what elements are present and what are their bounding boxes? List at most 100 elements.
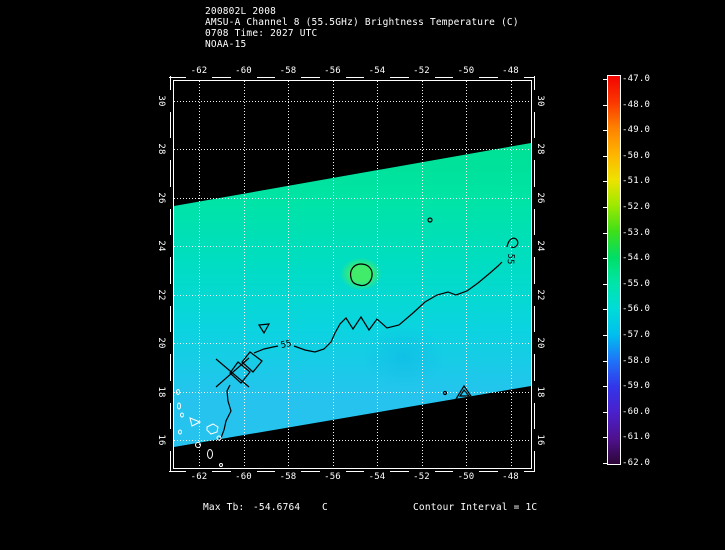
axis-tick-segment-top <box>301 77 320 78</box>
axis-tick-segment-left <box>170 76 171 90</box>
colorbar-tick-label: -49.0 <box>622 125 651 136</box>
colorbar <box>607 75 621 465</box>
colorbar-tick-label: -62.0 <box>622 458 651 468</box>
lon-tick-label-top: -60 <box>235 66 252 76</box>
axis-tick-segment-left <box>170 354 171 381</box>
axis-tick-segment-bottom <box>345 471 364 472</box>
axis-tick-segment-right <box>534 305 535 333</box>
axis-tick-segment-bottom <box>523 471 535 472</box>
colorbar-tick <box>603 309 607 311</box>
colorbar-tick <box>603 386 607 388</box>
axis-tick-segment-left <box>170 208 171 236</box>
colorbar-tick <box>603 283 607 285</box>
screenshot-root: 200802L 2008 AMSU-A Channel 8 (55.5GHz) … <box>0 0 725 550</box>
colorbar-tick-label: -59.0 <box>622 381 651 392</box>
lat-tick-label-left: 24 <box>156 240 166 252</box>
island-outline <box>219 463 223 467</box>
axis-tick-segment-top <box>434 77 453 78</box>
max-tb-label: Max Tb: <box>203 502 245 513</box>
colorbar-tick <box>603 335 607 336</box>
lat-tick-label-right: 20 <box>535 337 545 349</box>
lat-tick-label-right: 28 <box>535 143 545 156</box>
axis-tick-segment-right <box>534 354 535 381</box>
lon-tick-label-bottom: -50 <box>457 472 475 482</box>
axis-tick-segment-right <box>534 257 535 284</box>
title-time-line: 0708 Time: 2027 UTC <box>205 28 318 39</box>
lat-tick-label-left: 16 <box>156 434 166 446</box>
colorbar-tick <box>603 437 607 439</box>
axis-tick-segment-top <box>345 77 364 78</box>
lon-tick-label-bottom: -52 <box>413 472 430 482</box>
max-tb-unit: C <box>322 502 328 513</box>
colorbar-tick-label: -52.0 <box>622 202 651 212</box>
island-outline <box>176 389 180 395</box>
island-outline <box>189 417 202 427</box>
lat-tick-label-left: 30 <box>156 95 166 107</box>
axis-tick-segment-bottom <box>212 471 231 472</box>
axis-tick-segment-bottom <box>301 471 320 472</box>
lat-tick-label-left: 26 <box>156 192 166 204</box>
island-outline <box>195 442 201 448</box>
lon-tick-label-bottom: -54 <box>368 472 386 482</box>
colorbar-tick-label: -54.0 <box>622 253 651 264</box>
colorbar-tick-label: -53.0 <box>622 227 651 238</box>
colorbar-tick <box>603 411 607 413</box>
colorbar-tick-label: -56.0 <box>622 304 651 315</box>
axis-tick-segment-bottom <box>479 471 498 472</box>
lon-tick-label-bottom: -48 <box>502 472 519 482</box>
axis-tick-segment-left <box>170 257 171 284</box>
colorbar-tick <box>603 360 607 362</box>
lat-tick-label-right: 24 <box>535 240 545 252</box>
colorbar-tick-label: -58.0 <box>622 355 651 366</box>
lat-tick-label-right: 30 <box>535 95 545 107</box>
title-satellite-line: NOAA-15 <box>205 39 247 50</box>
colorbar-tick <box>603 181 607 183</box>
island-outlines <box>176 389 223 467</box>
colorbar-tick <box>603 232 607 234</box>
title-id-line: 200802L 2008 <box>205 6 277 17</box>
colorbar-tick-label: -60.0 <box>622 406 651 417</box>
axis-tick-segment-top <box>390 77 409 78</box>
lon-tick-label-bottom: -60 <box>235 472 252 482</box>
axis-tick-segment-left <box>170 112 171 139</box>
axis-tick-segment-left <box>170 160 171 187</box>
axis-tick-segment-right <box>534 112 535 139</box>
island-outline <box>177 402 181 410</box>
lon-tick-label-top: -54 <box>368 66 386 76</box>
island-outline <box>180 412 184 418</box>
axis-tick-segment-right <box>534 160 535 187</box>
colorbar-tick-label: -47.0 <box>622 74 651 84</box>
axis-tick-segment-top <box>212 77 231 78</box>
island-outline <box>206 423 219 435</box>
lon-tick-label-bottom: -56 <box>324 472 341 482</box>
axis-tick-segment-right <box>534 208 535 236</box>
lat-tick-label-right: 16 <box>535 434 545 446</box>
colorbar-tick <box>603 130 607 132</box>
axis-tick-segment-top <box>256 77 275 78</box>
lon-tick-label-top: -48 <box>502 66 519 76</box>
lon-tick-label-top: -62 <box>190 66 208 76</box>
colorbar-tick-label: -50.0 <box>622 150 651 161</box>
axis-tick-segment-top <box>169 77 186 78</box>
axis-tick-segment-bottom <box>256 471 275 472</box>
colorbar-tick-label: -55.0 <box>622 278 651 289</box>
colorbar-tick-label: -61.0 <box>622 432 651 443</box>
colorbar-tick <box>603 79 607 80</box>
title-block: 200802L 2008 AMSU-A Channel 8 (55.5GHz) … <box>205 6 519 50</box>
lat-tick-label-right: 26 <box>535 192 545 204</box>
axis-tick-segment-bottom <box>390 471 409 472</box>
axis-tick-segment-left <box>170 402 171 429</box>
title-product-line: AMSU-A Channel 8 (55.5GHz) Brightness Te… <box>205 17 519 28</box>
contour-interval-note: Contour Interval = 1C <box>413 502 538 513</box>
axis-tick-segment-right <box>534 451 535 471</box>
lon-tick-label-top: -56 <box>324 66 341 76</box>
axis-tick-segment-left <box>170 451 171 471</box>
colorbar-tick <box>603 258 607 260</box>
axis-tick-segment-top <box>479 77 498 78</box>
axis-tick-segment-right <box>534 76 535 90</box>
max-tb-value: -54.6764 <box>253 502 301 513</box>
axis-tick-segment-bottom <box>434 471 453 472</box>
island-outline <box>178 429 182 435</box>
lat-tick-label-left: 20 <box>156 337 166 349</box>
colorbar-tick <box>603 463 607 464</box>
